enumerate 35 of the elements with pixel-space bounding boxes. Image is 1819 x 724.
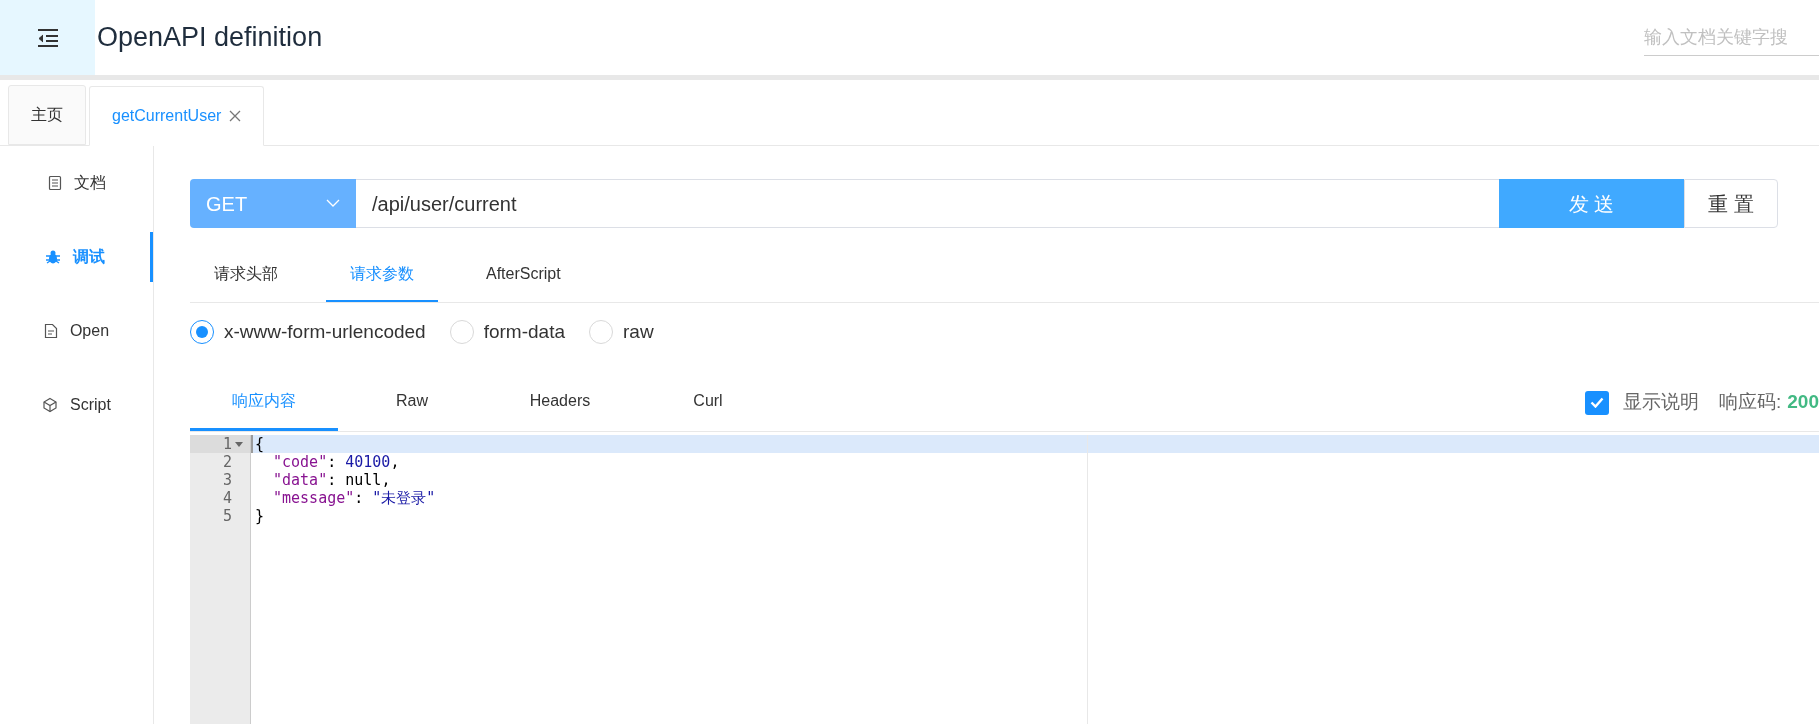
menu-collapse-icon xyxy=(35,27,60,48)
url-field[interactable]: /api/user/current xyxy=(356,179,1499,228)
line-number: 4 xyxy=(222,489,232,507)
line-number: 2 xyxy=(222,453,232,471)
document-icon xyxy=(47,175,62,191)
radio-label: x-www-form-urlencoded xyxy=(224,319,426,344)
sidebar-item[interactable]: Open xyxy=(0,306,153,356)
bug-icon xyxy=(45,249,61,265)
checkbox-label: 显示说明 xyxy=(1623,390,1699,415)
radio-label: raw xyxy=(623,319,654,344)
page-tab[interactable]: 主页 xyxy=(8,85,86,145)
sidebar-item[interactable]: 文档 xyxy=(0,158,153,208)
checkbox[interactable] xyxy=(1585,390,1609,415)
line-number: 5 xyxy=(222,507,232,525)
radio-label: form-data xyxy=(483,319,565,344)
line-number: 3 xyxy=(222,471,232,489)
menu-toggle-button[interactable] xyxy=(0,0,95,75)
search-field[interactable]: 输入文档关键字搜 xyxy=(1644,19,1819,56)
cube-icon xyxy=(42,397,59,413)
fold-caret-icon[interactable] xyxy=(235,441,243,447)
chevron-down-icon xyxy=(326,199,340,208)
request-tab[interactable]: AfterScript xyxy=(462,248,585,302)
sidebar-item[interactable]: Script xyxy=(0,380,153,430)
line-number: 1 xyxy=(222,435,232,453)
status-code: 200 xyxy=(1787,390,1819,415)
checkmark-icon xyxy=(1590,397,1604,408)
response-tab[interactable]: Raw xyxy=(338,374,486,431)
app-title: OpenAPI definition xyxy=(96,21,323,55)
file-icon xyxy=(43,323,58,339)
status-label: 响应码: xyxy=(1719,390,1782,415)
reset-button[interactable]: 重 置 xyxy=(1684,179,1778,228)
response-tab[interactable]: Curl xyxy=(634,374,782,431)
request-tab[interactable]: 请求头部 xyxy=(190,248,302,302)
response-tab[interactable]: Headers xyxy=(486,374,634,431)
close-icon[interactable] xyxy=(229,110,242,122)
